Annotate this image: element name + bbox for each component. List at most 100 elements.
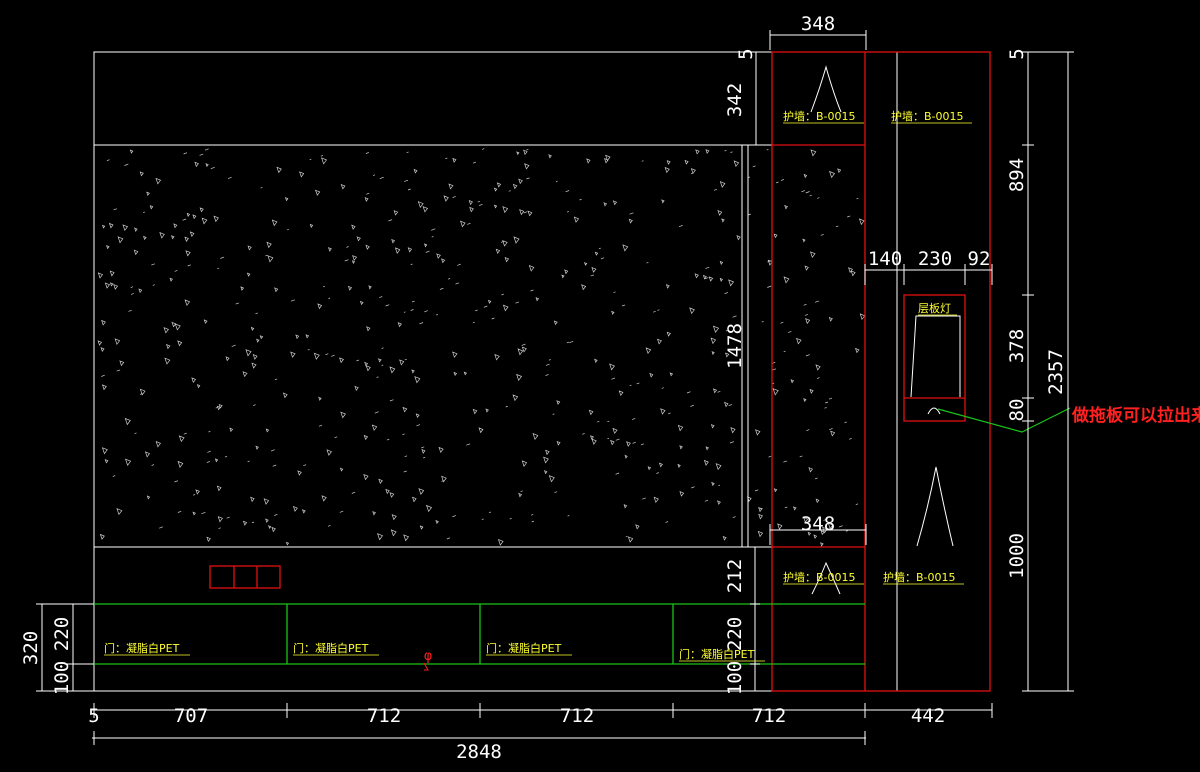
speckle-mark xyxy=(287,228,289,231)
speckle-mark xyxy=(183,432,187,435)
speckle-mark xyxy=(354,385,359,392)
speckle-mark xyxy=(728,404,732,407)
speckle-mark xyxy=(235,302,240,305)
speckle-mark xyxy=(679,490,685,497)
speckle-mark xyxy=(365,244,370,250)
speckle-mark xyxy=(803,173,808,179)
speckle-mark xyxy=(159,231,165,239)
speckle-mark xyxy=(407,188,411,191)
speckle-mark xyxy=(828,397,833,400)
speckle-mark xyxy=(678,224,683,228)
speckle-mark xyxy=(838,525,843,528)
speckle-mark xyxy=(669,372,674,377)
speckle-mark xyxy=(295,334,300,340)
speckle-mark xyxy=(645,347,652,355)
speckle-mark xyxy=(101,319,106,326)
speckle-mark xyxy=(143,235,147,241)
speckle-mark xyxy=(399,359,405,366)
speckle-mark xyxy=(457,263,461,266)
speckle-mark xyxy=(564,269,569,275)
speckle-mark xyxy=(512,183,518,190)
speckle-mark xyxy=(192,214,197,220)
speckle-mark xyxy=(397,322,402,328)
speckle-mark xyxy=(390,529,397,537)
speckle-mark xyxy=(385,304,390,307)
speckle-mark xyxy=(815,364,821,371)
speckle-mark xyxy=(801,190,805,193)
speckle-mark xyxy=(174,270,178,272)
speckle-mark xyxy=(622,244,629,252)
speckle-mark xyxy=(582,433,585,435)
speckle-mark xyxy=(373,174,376,176)
speckle-mark xyxy=(184,236,189,242)
socket-panel xyxy=(209,565,281,589)
speckle-mark xyxy=(859,313,866,321)
speckle-mark xyxy=(425,250,430,253)
speckle-mark xyxy=(690,168,696,175)
speckle-mark xyxy=(363,434,369,441)
speckle-mark xyxy=(732,516,736,519)
speckle-mark xyxy=(475,309,478,312)
label-door-4: 门：凝脂白PET xyxy=(679,647,755,661)
speckle-mark xyxy=(101,447,108,455)
speckle-mark xyxy=(391,238,396,244)
speckle-mark xyxy=(339,510,344,513)
speckle-mark xyxy=(686,391,691,394)
speckle-mark xyxy=(705,446,709,451)
dim-80: 80 xyxy=(1006,399,1028,422)
speckle-mark xyxy=(203,319,208,324)
speckle-mark xyxy=(255,312,258,315)
speckle-mark xyxy=(297,470,302,476)
speckle-mark xyxy=(386,438,390,441)
speckle-mark xyxy=(708,276,714,282)
speckle-mark xyxy=(217,267,220,270)
dim-348-top: 348 xyxy=(801,13,835,35)
speckle-mark xyxy=(690,172,693,175)
speckle-mark xyxy=(326,449,332,456)
speckle-mark xyxy=(501,293,504,296)
speckle-mark xyxy=(611,377,616,380)
speckle-mark xyxy=(252,353,258,360)
speckle-mark xyxy=(347,285,353,291)
speckle-mark xyxy=(806,429,810,432)
speckle-mark xyxy=(790,379,795,384)
speckle-mark xyxy=(245,349,252,357)
speckle-mark xyxy=(187,264,191,267)
speckle-mark xyxy=(788,331,792,333)
speckle-mark xyxy=(783,350,786,353)
speckle-mark xyxy=(320,155,324,157)
speckle-mark xyxy=(124,417,131,426)
speckle-mark xyxy=(129,149,134,154)
speckle-mark xyxy=(532,432,539,441)
speckle-mark xyxy=(271,219,278,227)
speckle-mark xyxy=(502,206,509,214)
speckle-mark xyxy=(516,373,523,381)
speckle-mark xyxy=(677,424,684,432)
speckle-mark xyxy=(545,449,550,456)
speckle-mark xyxy=(385,488,390,495)
speckle-mark xyxy=(677,463,681,468)
speckle-mark xyxy=(116,369,121,372)
speckle-mark xyxy=(567,515,570,517)
speckle-mark xyxy=(713,188,717,191)
speckle-mark xyxy=(754,489,759,492)
speckle-mark xyxy=(174,323,181,331)
speckle-mark xyxy=(436,253,441,259)
speckle-mark xyxy=(621,304,626,307)
speckle-mark xyxy=(318,396,322,401)
speckle-mark xyxy=(403,470,407,473)
speckle-mark xyxy=(193,494,196,496)
speckle-mark xyxy=(407,247,413,253)
speckle-mark xyxy=(452,515,456,518)
dim-712-b: 712 xyxy=(560,705,594,727)
speckle-mark xyxy=(556,441,561,446)
speckle-mark xyxy=(340,183,346,190)
dim-1478: 1478 xyxy=(724,323,746,369)
speckle-mark xyxy=(214,458,219,463)
speckle-mark xyxy=(518,492,523,498)
speckle-mark xyxy=(404,179,409,182)
speckle-mark xyxy=(752,165,756,168)
speckle-mark xyxy=(101,374,105,377)
speckle-mark xyxy=(717,500,721,505)
speckle-mark xyxy=(133,249,139,256)
